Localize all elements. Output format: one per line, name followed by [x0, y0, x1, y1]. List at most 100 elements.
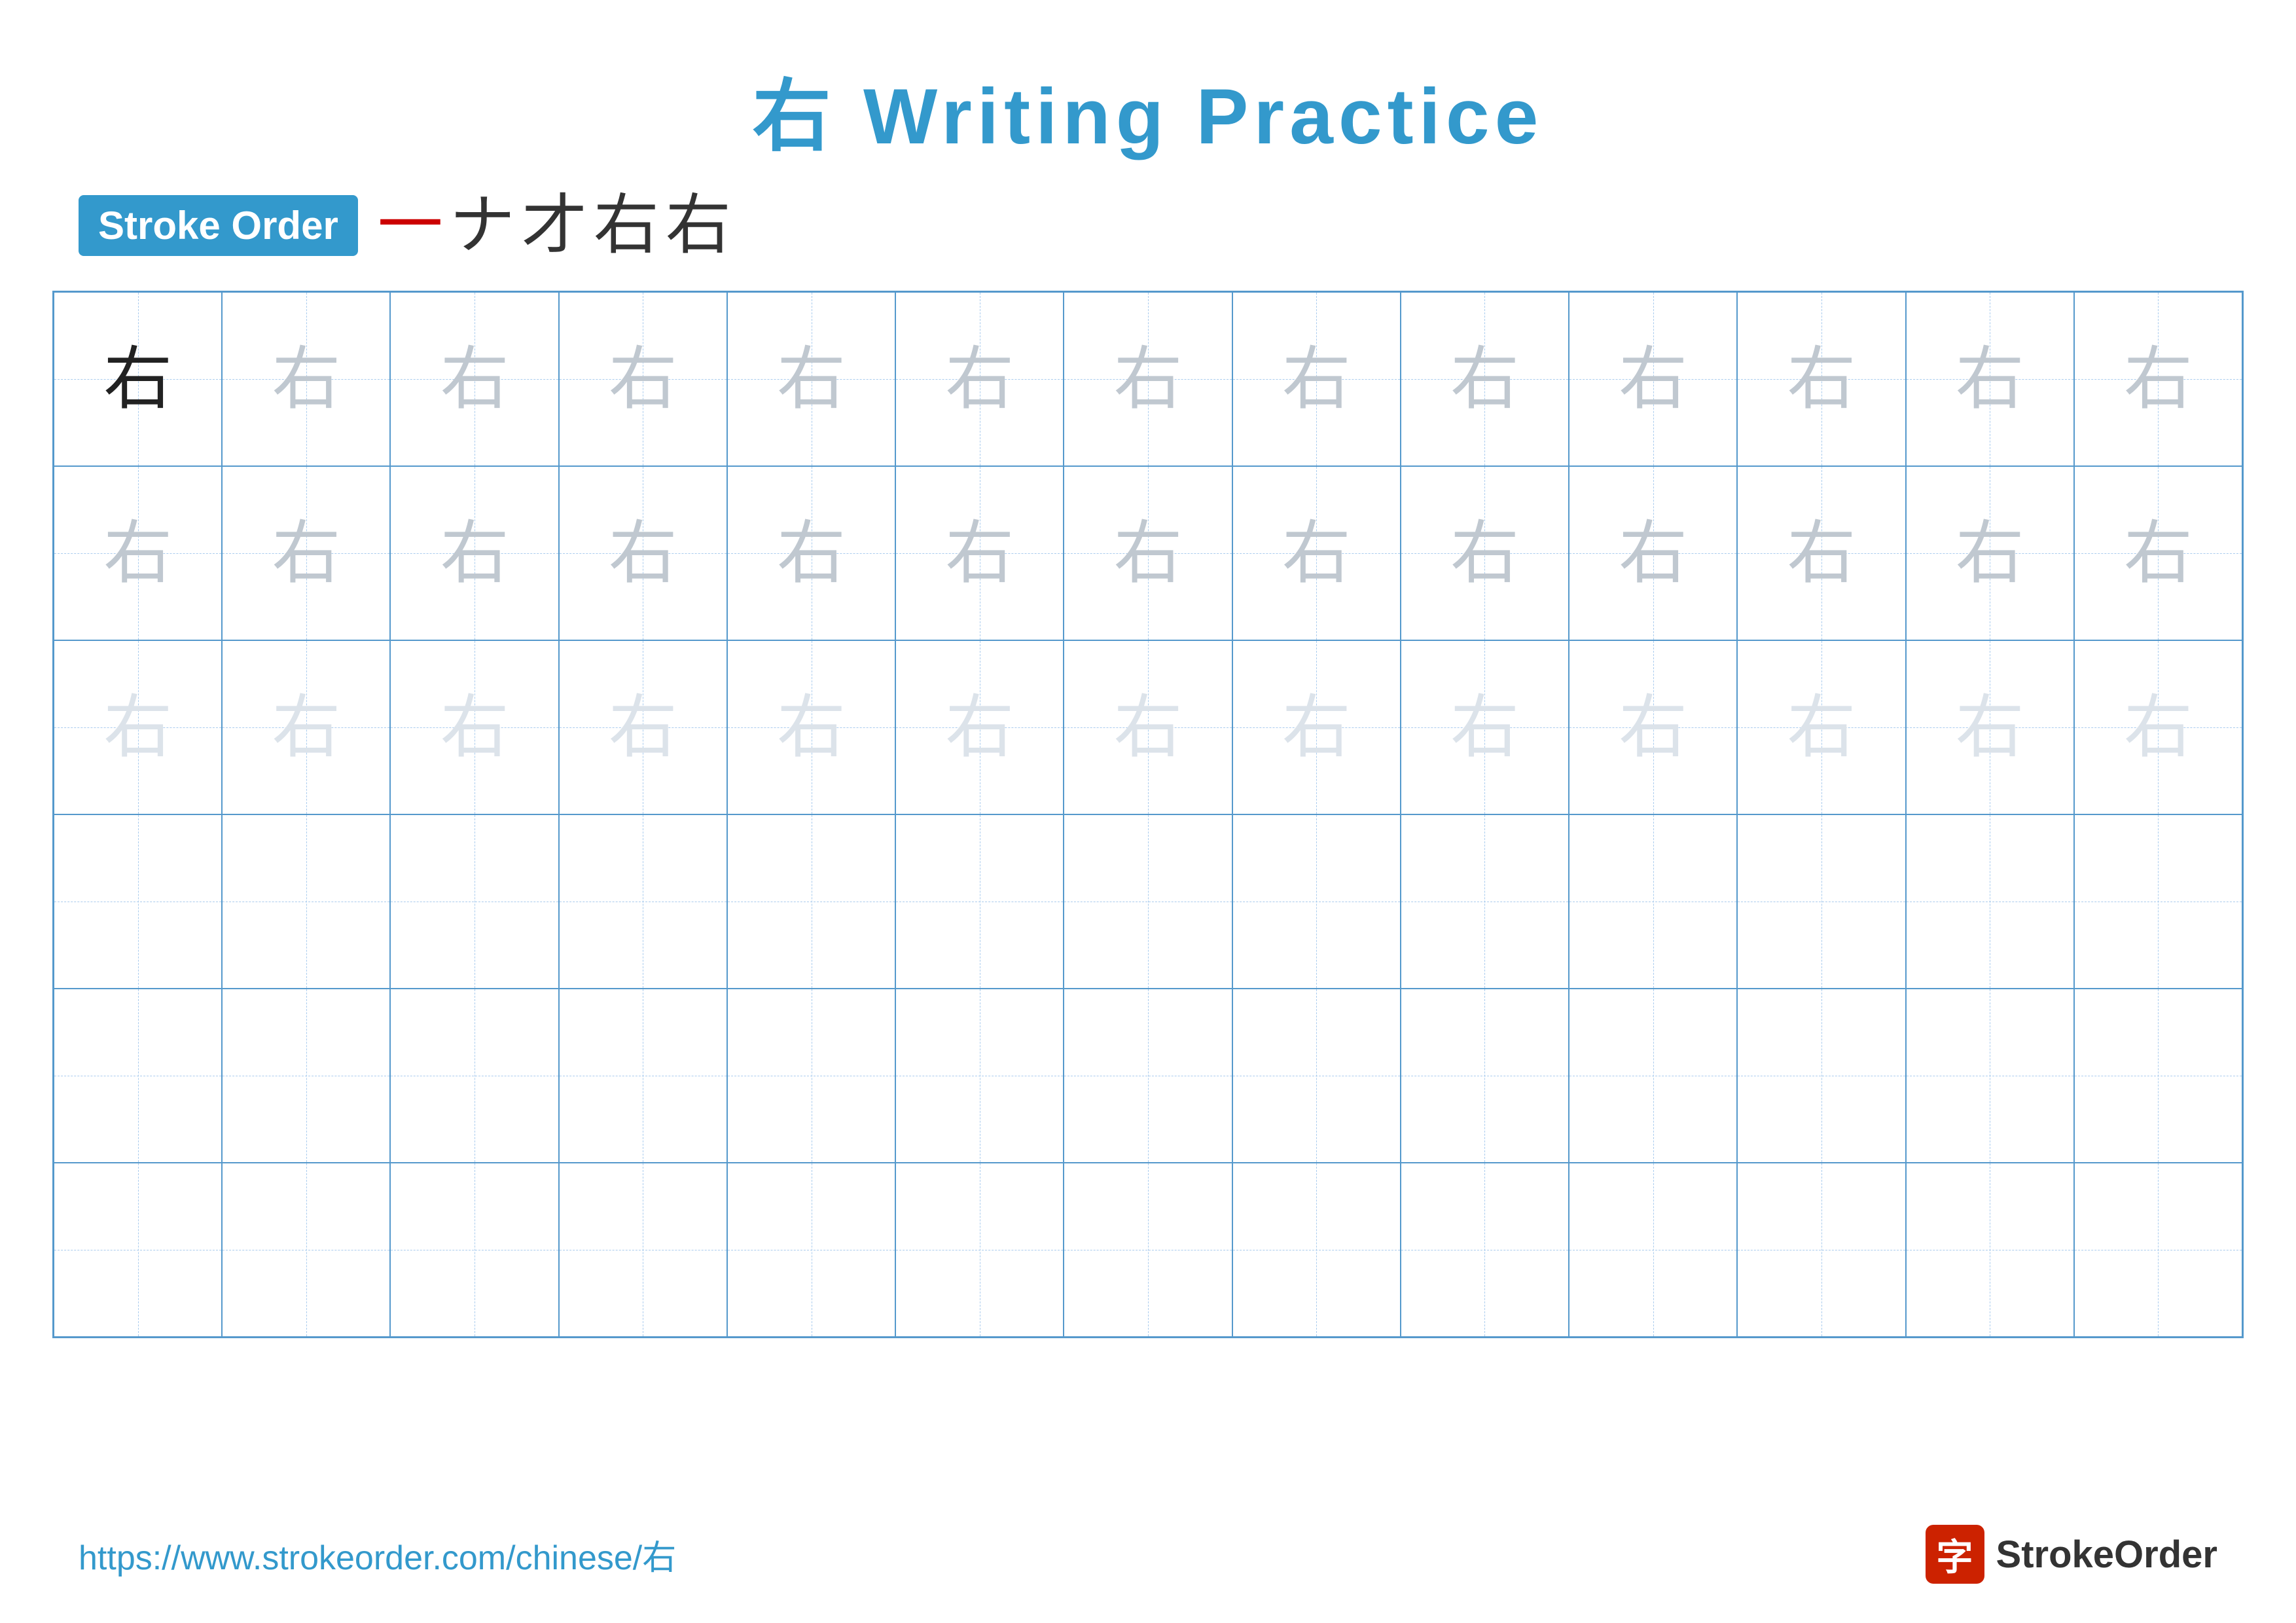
cell-character: 右 [440, 693, 509, 762]
cell-character: 右 [1956, 519, 2024, 588]
grid-cell[interactable] [54, 989, 222, 1163]
grid-cell[interactable]: 右 [895, 466, 1064, 640]
grid-cell[interactable] [54, 1163, 222, 1337]
grid-cell[interactable]: 右 [222, 466, 390, 640]
grid-cell[interactable] [1906, 989, 2074, 1163]
grid-cell[interactable] [895, 989, 1064, 1163]
grid-cell[interactable] [54, 814, 222, 989]
stroke-4: 右 [594, 192, 659, 258]
grid-cell[interactable]: 右 [54, 466, 222, 640]
grid-cell[interactable]: 右 [1737, 640, 1905, 814]
grid-cell[interactable] [2074, 1163, 2242, 1337]
grid-cell[interactable] [727, 989, 895, 1163]
grid-cell[interactable]: 右 [2074, 640, 2242, 814]
cell-character: 右 [1282, 345, 1351, 414]
grid-cell[interactable] [559, 814, 727, 989]
grid-cell[interactable]: 右 [559, 292, 727, 466]
grid-cell[interactable]: 右 [390, 640, 558, 814]
grid-cell[interactable] [895, 814, 1064, 989]
grid-cell[interactable] [1737, 814, 1905, 989]
grid-cell[interactable] [1906, 1163, 2074, 1337]
grid-cell[interactable] [2074, 989, 2242, 1163]
grid-cell[interactable] [1569, 814, 1737, 989]
grid-cell[interactable]: 右 [1569, 466, 1737, 640]
cell-character: 右 [2124, 345, 2193, 414]
cell-character: 右 [1113, 693, 1182, 762]
grid-cell[interactable] [1064, 1163, 1232, 1337]
grid-cell[interactable]: 右 [559, 466, 727, 640]
grid-cell[interactable]: 右 [1569, 292, 1737, 466]
grid-cell[interactable]: 右 [222, 640, 390, 814]
grid-cell[interactable] [1401, 989, 1569, 1163]
grid-cell[interactable] [1737, 989, 1905, 1163]
grid-cell[interactable]: 右 [727, 640, 895, 814]
stroke-1: 一 [378, 192, 443, 258]
grid-cell[interactable] [895, 1163, 1064, 1337]
grid-cell[interactable]: 右 [1064, 292, 1232, 466]
grid-cell[interactable]: 右 [895, 640, 1064, 814]
grid-cell[interactable]: 右 [54, 292, 222, 466]
grid-cell[interactable]: 右 [1401, 640, 1569, 814]
grid-cell[interactable] [2074, 814, 2242, 989]
grid-cell[interactable] [222, 989, 390, 1163]
grid-cell[interactable] [1737, 1163, 1905, 1337]
grid-cell[interactable]: 右 [390, 466, 558, 640]
grid-cell[interactable]: 右 [2074, 292, 2242, 466]
grid-cell[interactable] [727, 1163, 895, 1337]
grid-cell[interactable] [1232, 1163, 1401, 1337]
cell-character: 右 [1787, 345, 1856, 414]
grid-cell[interactable] [222, 1163, 390, 1337]
grid-cell[interactable] [1906, 814, 2074, 989]
logo-icon: 字 [1926, 1525, 1984, 1584]
grid-cell[interactable] [1401, 1163, 1569, 1337]
cell-character: 右 [1956, 345, 2024, 414]
grid-cell[interactable]: 右 [1906, 466, 2074, 640]
grid-cell[interactable]: 右 [1232, 292, 1401, 466]
grid-cell[interactable]: 右 [1064, 466, 1232, 640]
cell-character: 右 [272, 345, 340, 414]
grid-cell[interactable]: 右 [1737, 466, 1905, 640]
grid-cell[interactable]: 右 [2074, 466, 2242, 640]
grid-cell[interactable] [1064, 814, 1232, 989]
grid-cell[interactable] [390, 989, 558, 1163]
grid-cell[interactable]: 右 [895, 292, 1064, 466]
logo-text: StrokeOrder [1996, 1533, 2217, 1577]
cell-character: 右 [103, 693, 172, 762]
grid-cell[interactable]: 右 [1737, 292, 1905, 466]
cell-character: 右 [1113, 519, 1182, 588]
grid-cell[interactable]: 右 [1232, 640, 1401, 814]
grid-cell[interactable]: 右 [1232, 466, 1401, 640]
stroke-order-badge: Stroke Order [79, 195, 358, 256]
grid-cell[interactable] [1064, 989, 1232, 1163]
cell-character: 右 [1282, 693, 1351, 762]
grid-cell[interactable] [222, 814, 390, 989]
footer-logo: 字 StrokeOrder [1926, 1525, 2217, 1584]
cell-character: 右 [1450, 345, 1519, 414]
grid-cell[interactable] [559, 1163, 727, 1337]
grid-cell[interactable]: 右 [727, 292, 895, 466]
grid-cell[interactable]: 右 [54, 640, 222, 814]
grid-cell[interactable]: 右 [1401, 292, 1569, 466]
grid-cell[interactable] [1232, 989, 1401, 1163]
grid-cell[interactable]: 右 [1906, 292, 2074, 466]
grid-cell[interactable] [390, 1163, 558, 1337]
grid-cell[interactable]: 右 [1906, 640, 2074, 814]
grid-cell[interactable] [727, 814, 895, 989]
footer-url[interactable]: https://www.strokeorder.com/chinese/右 [79, 1530, 676, 1579]
grid-cell[interactable]: 右 [1064, 640, 1232, 814]
cell-character: 右 [1956, 693, 2024, 762]
grid-cell[interactable] [390, 814, 558, 989]
grid-cell[interactable] [1232, 814, 1401, 989]
grid-cell[interactable]: 右 [390, 292, 558, 466]
grid-cell[interactable]: 右 [559, 640, 727, 814]
cell-character: 右 [2124, 693, 2193, 762]
grid-cell[interactable] [1569, 989, 1737, 1163]
grid-cell[interactable]: 右 [1569, 640, 1737, 814]
grid-cell[interactable]: 右 [1401, 466, 1569, 640]
grid-cell[interactable]: 右 [222, 292, 390, 466]
grid-cell[interactable] [1569, 1163, 1737, 1337]
cell-character: 右 [1619, 519, 1687, 588]
grid-cell[interactable]: 右 [727, 466, 895, 640]
grid-cell[interactable] [559, 989, 727, 1163]
grid-cell[interactable] [1401, 814, 1569, 989]
